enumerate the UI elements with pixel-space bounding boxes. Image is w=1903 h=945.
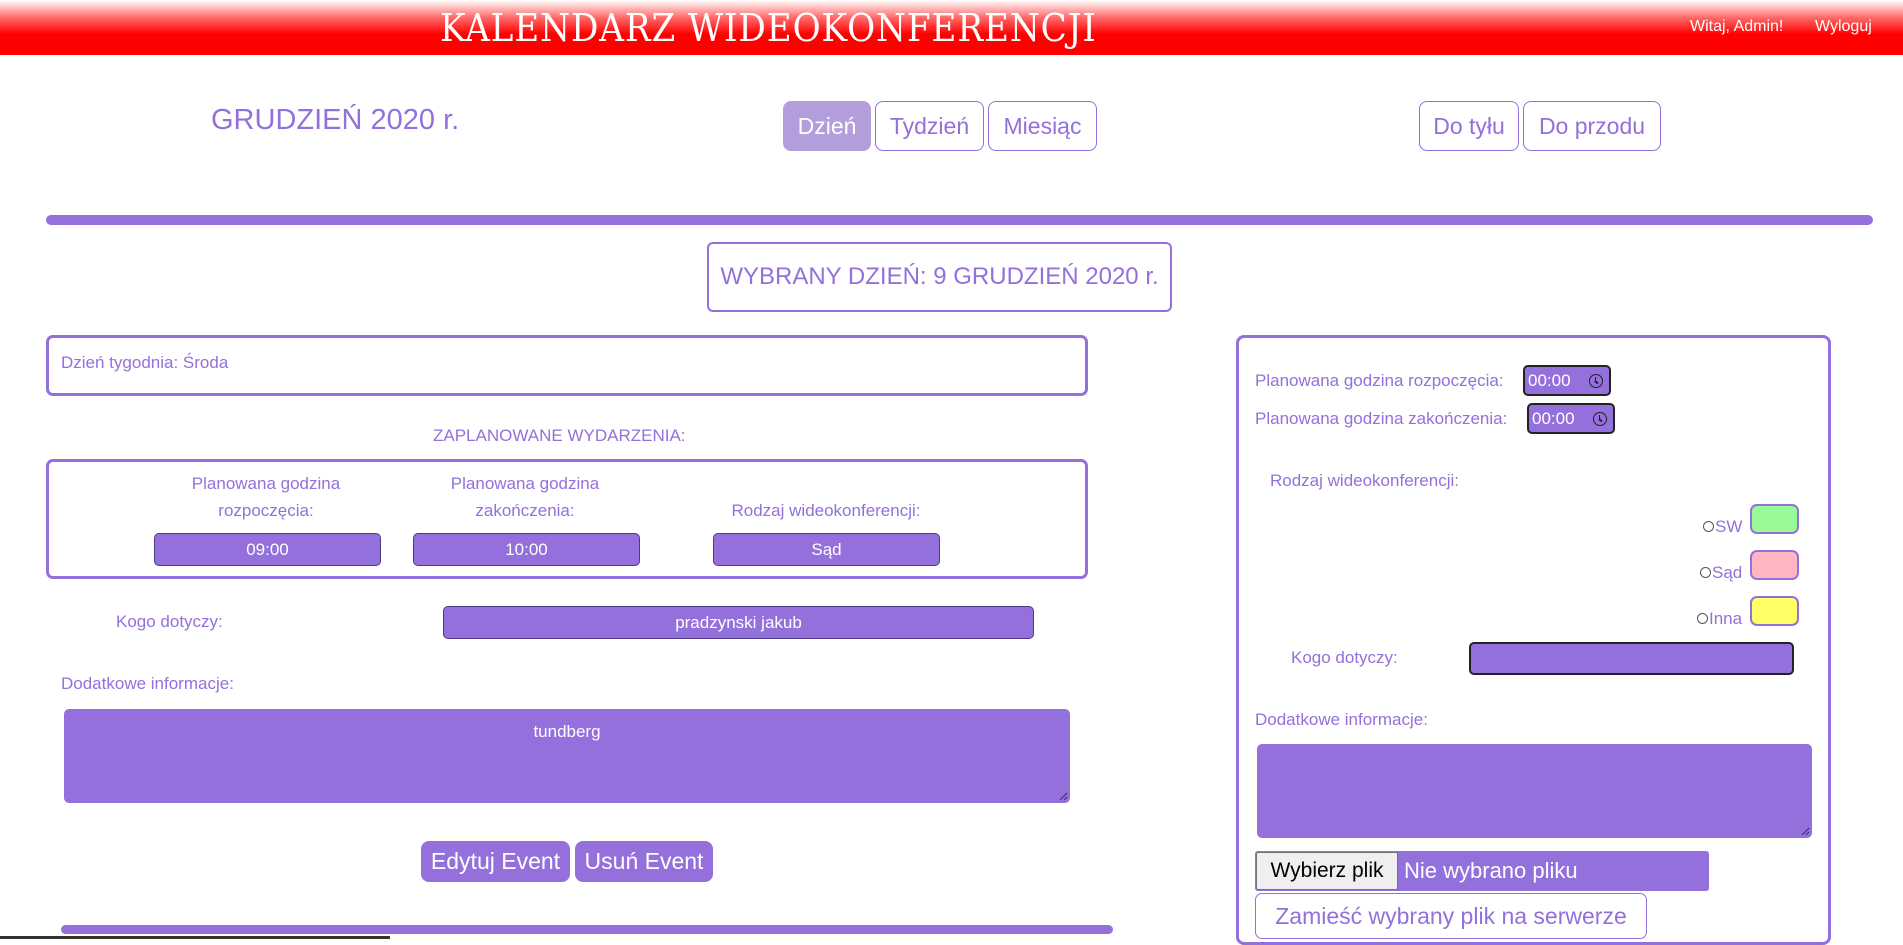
selected-day-banner: WYBRANY DZIEŃ: 9 GRUDZIEŃ 2020 r. <box>707 242 1172 312</box>
clock-icon[interactable] <box>1593 412 1607 426</box>
type-inna-color-swatch[interactable] <box>1750 596 1799 626</box>
type-sad-label: Sąd <box>1712 563 1743 582</box>
bottom-divider <box>61 925 1113 934</box>
form-who-input[interactable] <box>1469 642 1794 675</box>
event-end-time: 10:00 <box>413 533 640 566</box>
next-button[interactable]: Do przodu <box>1523 101 1661 151</box>
event-start-label: Planowana godzina rozpoczęcia: <box>191 474 341 520</box>
choose-file-button[interactable]: Wybierz plik <box>1256 852 1398 890</box>
clock-icon[interactable] <box>1589 374 1603 388</box>
event-info-text: tundberg <box>533 722 601 741</box>
event-who-label: Kogo dotyczy: <box>116 612 223 631</box>
form-type-label: Rodzaj wideokonferencji: <box>1270 471 1459 490</box>
type-inna-radio[interactable] <box>1697 613 1708 624</box>
file-status-text: Nie wybrano pliku <box>1404 858 1578 883</box>
form-info-label: Dodatkowe informacje: <box>1255 710 1428 729</box>
edit-event-button[interactable]: Edytuj Event <box>421 841 570 882</box>
event-type-value: Sąd <box>713 533 940 566</box>
type-inna-label: Inna <box>1709 609 1743 628</box>
form-end-time-input[interactable]: 00:00 <box>1527 403 1615 434</box>
app-title: KALENDARZ WIDEOKONFERENCJI <box>440 6 1097 50</box>
type-sad-radio[interactable] <box>1700 567 1711 578</box>
delete-event-button[interactable]: Usuń Event <box>575 841 713 882</box>
event-type-label: Rodzaj wideokonferencji: <box>731 501 921 520</box>
upload-file-button[interactable]: Zamieść wybrany plik na serwerze <box>1255 893 1647 939</box>
form-start-time-value: 00:00 <box>1528 370 1571 390</box>
type-sad-color-swatch[interactable] <box>1750 550 1799 580</box>
resize-handle-icon[interactable] <box>1058 791 1068 801</box>
resize-handle-icon[interactable] <box>1800 826 1810 836</box>
form-end-label: Planowana godzina zakończenia: <box>1255 409 1508 428</box>
event-info-textarea[interactable]: tundberg <box>64 709 1070 803</box>
view-week-button[interactable]: Tydzień <box>875 101 984 151</box>
form-end-time-value: 00:00 <box>1532 408 1575 428</box>
previous-button[interactable]: Do tyłu <box>1419 101 1519 151</box>
form-info-textarea[interactable] <box>1257 744 1812 838</box>
event-end-label: Planowana godzina zakończenia: <box>450 474 600 520</box>
event-who-value: pradzynski jakub <box>443 606 1034 639</box>
weekday-box: Dzień tygodnia: Środa <box>46 335 1088 396</box>
form-who-label: Kogo dotyczy: <box>1291 648 1398 667</box>
logout-link[interactable]: Wyloguj <box>1815 18 1872 36</box>
form-start-time-input[interactable]: 00:00 <box>1523 365 1611 396</box>
planned-events-heading: ZAPLANOWANE WYDARZENIA: <box>433 426 686 445</box>
month-title: GRUDZIEŃ 2020 r. <box>211 104 460 136</box>
form-start-label: Planowana godzina rozpoczęcia: <box>1255 371 1504 390</box>
view-month-button[interactable]: Miesiąc <box>988 101 1097 151</box>
section-divider <box>46 215 1873 225</box>
user-greeting: Witaj, Admin! <box>1690 18 1784 35</box>
type-sw-label: SW <box>1715 517 1743 536</box>
event-start-time: 09:00 <box>154 533 381 566</box>
type-sw-radio[interactable] <box>1703 521 1714 532</box>
event-info-label: Dodatkowe informacje: <box>61 674 234 693</box>
view-day-button[interactable]: Dzień <box>783 101 871 151</box>
type-sw-color-swatch[interactable] <box>1750 504 1799 534</box>
